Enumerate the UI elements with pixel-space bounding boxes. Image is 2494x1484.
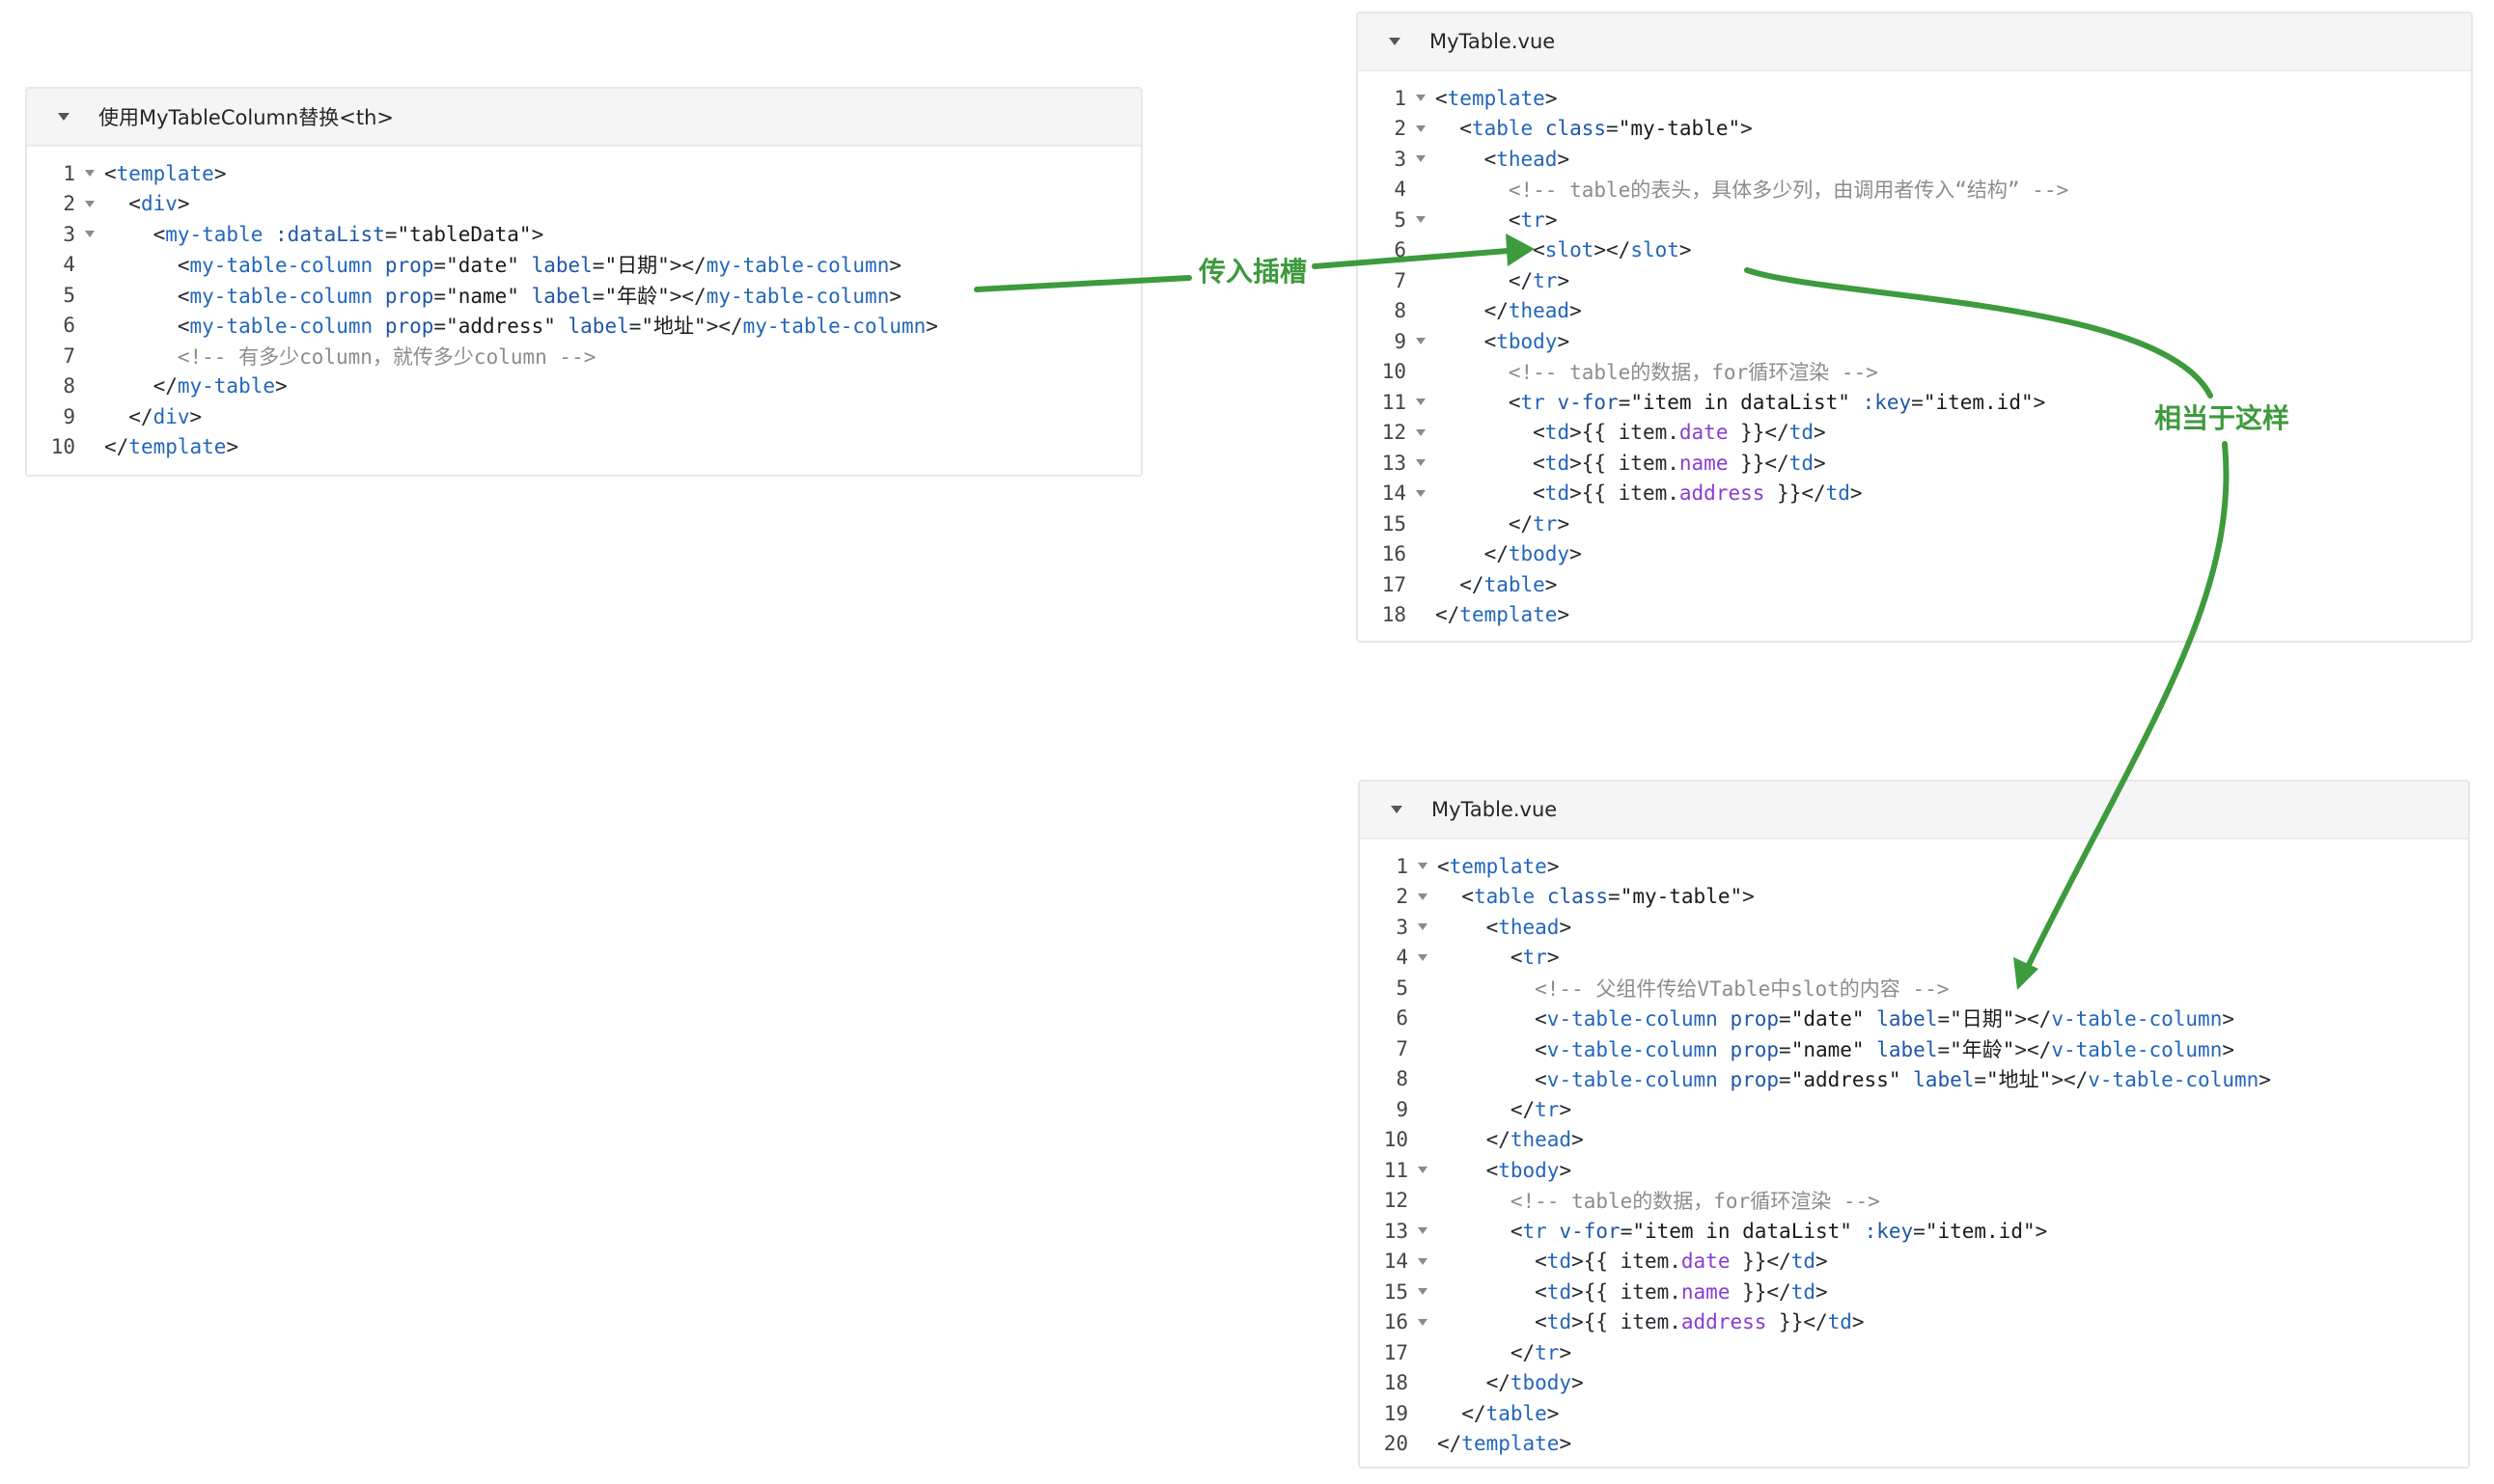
arrowhead-icon — [2013, 957, 2038, 990]
pass-slot-label: 传入插槽 — [1198, 256, 1307, 288]
arrowhead-icon — [1506, 234, 1535, 266]
arrows-overlay: 传入插槽 相当于这样 — [974, 234, 2289, 990]
equivalent-arrow — [1744, 267, 2230, 990]
equivalent-label: 相当于这样 — [2154, 402, 2289, 434]
